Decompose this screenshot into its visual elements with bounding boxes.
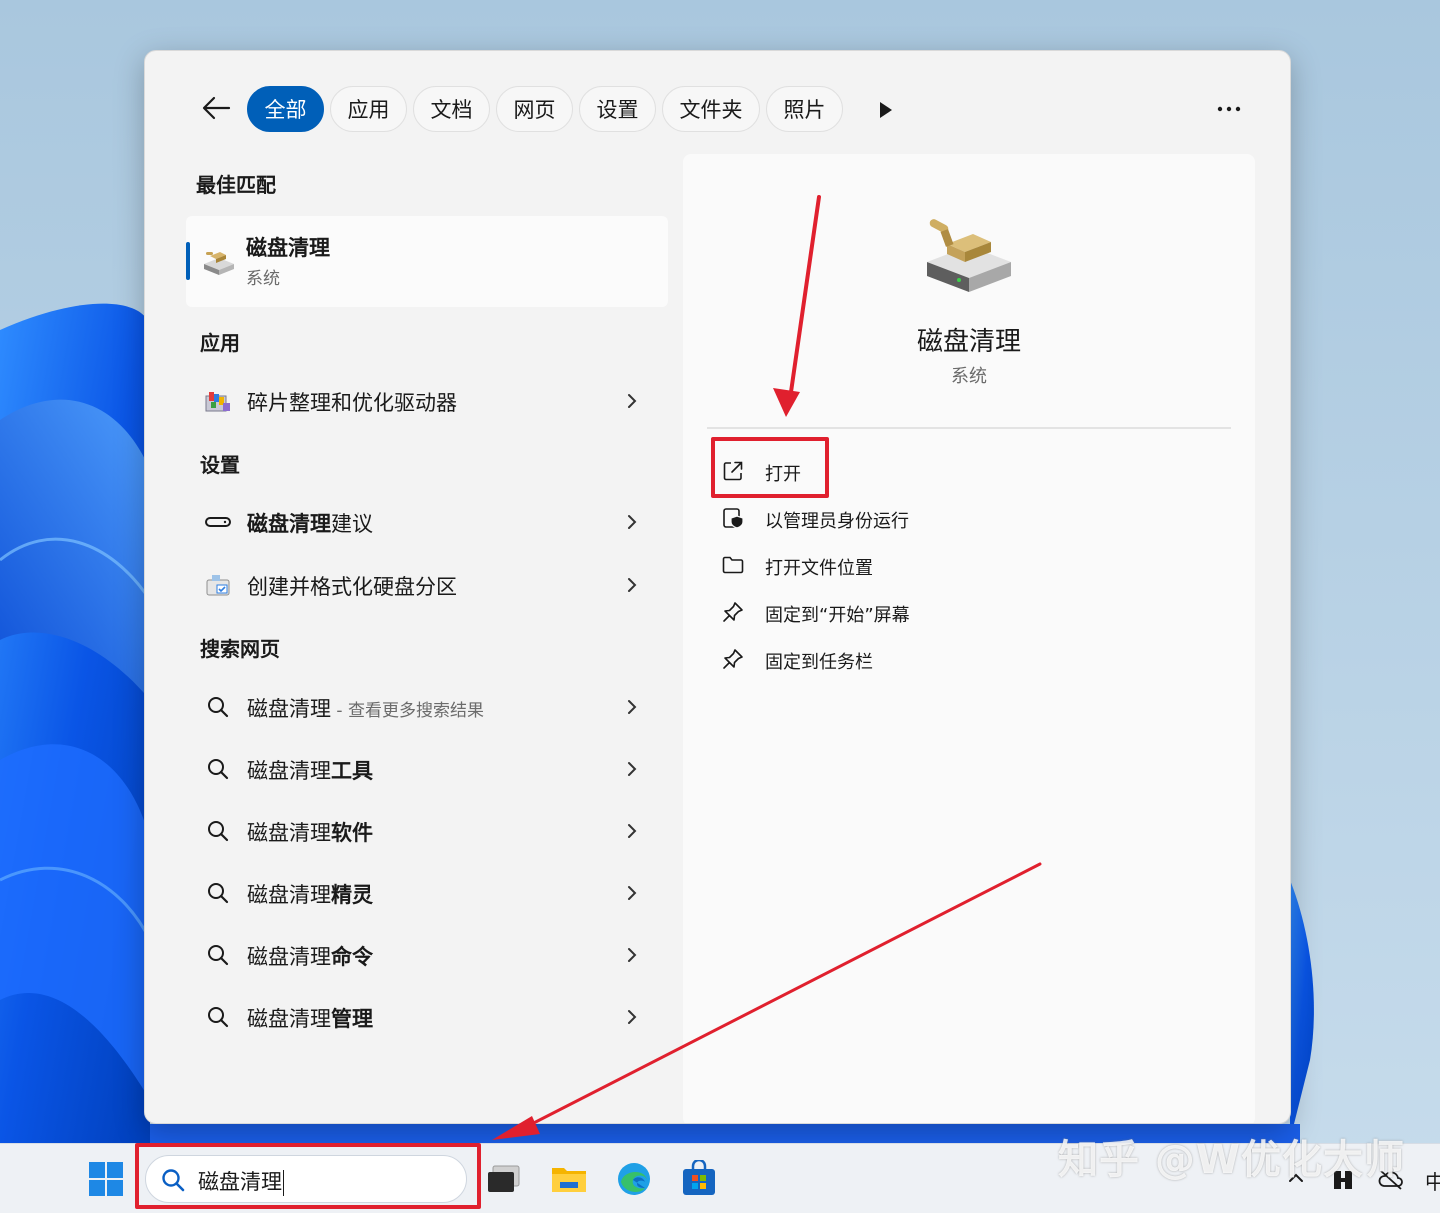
section-apps: 应用	[200, 331, 240, 355]
chevron-right-icon[interactable]	[625, 1008, 639, 1026]
search-icon	[208, 945, 229, 966]
web-result-label: 磁盘清理命令	[247, 945, 373, 969]
action-label: 打开	[765, 464, 801, 485]
app-tray-icon[interactable]	[1331, 1168, 1355, 1192]
search-icon	[208, 759, 229, 780]
chevron-right-icon[interactable]	[625, 946, 639, 964]
disk-cleanup-icon	[204, 252, 234, 275]
chevron-right-icon[interactable]	[625, 392, 639, 410]
app-item-defrag[interactable]: 碎片整理和优化驱动器	[195, 378, 655, 424]
action-label: 固定到“开始”屏幕	[765, 605, 910, 626]
settings-item-cleanup-recommendations[interactable]: 磁盘清理建议	[195, 499, 655, 545]
web-result-label: 磁盘清理工具	[247, 759, 373, 783]
pin-icon	[723, 649, 743, 669]
ime-indicator[interactable]: 中	[1425, 1166, 1440, 1195]
taskbar: 磁盘清理 中	[0, 1143, 1440, 1213]
tab-documents[interactable]: 文档	[413, 86, 490, 132]
action-pin-to-start[interactable]: 固定到“开始”屏幕	[721, 592, 1061, 632]
settings-item-label: 创建并格式化硬盘分区	[247, 575, 457, 599]
chevron-right-icon[interactable]	[625, 698, 639, 716]
tab-settings[interactable]: 设置	[579, 86, 656, 132]
action-label: 固定到任务栏	[765, 652, 873, 673]
action-run-as-admin[interactable]: 以管理员身份运行	[721, 498, 1061, 538]
search-icon	[208, 821, 229, 842]
file-explorer-icon[interactable]	[550, 1160, 588, 1198]
settings-item-label: 磁盘清理建议	[247, 512, 373, 536]
web-result-item[interactable]: 磁盘清理软件	[195, 808, 655, 854]
more-tabs-play-icon[interactable]	[871, 96, 899, 124]
chevron-right-icon[interactable]	[625, 822, 639, 840]
windows-start-icon[interactable]	[87, 1160, 125, 1198]
chevron-right-icon[interactable]	[625, 576, 639, 594]
tab-apps[interactable]: 应用	[330, 86, 407, 132]
back-arrow-icon[interactable]	[199, 91, 233, 125]
best-match-result[interactable]: 磁盘清理 系统	[186, 216, 668, 307]
web-result-label: 磁盘清理 - 查看更多搜索结果	[247, 697, 484, 721]
best-match-subtitle: 系统	[246, 269, 280, 289]
tab-photos[interactable]: 照片	[766, 86, 843, 132]
storage-bar-icon	[205, 517, 231, 527]
best-match-title: 磁盘清理	[246, 236, 330, 260]
preview-subtitle: 系统	[951, 366, 987, 387]
open-external-icon	[723, 461, 743, 481]
search-icon	[208, 883, 229, 904]
chevron-right-icon[interactable]	[625, 513, 639, 531]
defrag-icon	[205, 392, 230, 412]
taskbar-search-box[interactable]: 磁盘清理	[145, 1155, 467, 1203]
search-icon	[162, 1169, 185, 1192]
web-result-item[interactable]: 磁盘清理工具	[195, 746, 655, 792]
app-item-label: 碎片整理和优化驱动器	[247, 391, 457, 415]
folder-icon	[722, 556, 744, 574]
chevron-right-icon[interactable]	[625, 760, 639, 778]
web-result-label: 磁盘清理精灵	[247, 883, 373, 907]
chevron-up-icon[interactable]	[1286, 1168, 1306, 1188]
divider	[707, 427, 1231, 429]
search-icon	[208, 697, 229, 718]
web-result-item[interactable]: 磁盘清理管理	[195, 994, 655, 1040]
web-result-item[interactable]: 磁盘清理精灵	[195, 870, 655, 916]
section-best-match: 最佳匹配	[196, 173, 276, 197]
action-open-file-location[interactable]: 打开文件位置	[721, 545, 1061, 585]
action-label: 以管理员身份运行	[765, 511, 909, 532]
admin-shield-icon	[723, 508, 744, 529]
more-options-icon[interactable]	[1211, 95, 1247, 123]
selection-indicator	[186, 242, 190, 280]
preview-pane: 磁盘清理 系统 打开 以管理员身份运行 打开文件位置 固定到“开始”屏幕 固定到…	[683, 154, 1255, 1123]
tab-web[interactable]: 网页	[496, 86, 573, 132]
web-result-item[interactable]: 磁盘清理命令	[195, 932, 655, 978]
section-settings: 设置	[200, 453, 240, 477]
preview-title: 磁盘清理	[916, 327, 1021, 357]
task-view-icon[interactable]	[485, 1160, 523, 1198]
settings-item-partition[interactable]: 创建并格式化硬盘分区	[195, 562, 655, 608]
microsoft-store-icon[interactable]	[680, 1160, 718, 1198]
text-caret	[283, 1170, 284, 1196]
search-panel: 全部 应用 文档 网页 设置 文件夹 照片 最佳匹配 磁盘清理 系统 应用 碎片…	[144, 50, 1291, 1124]
pin-icon	[723, 602, 743, 622]
edge-browser-icon[interactable]	[615, 1160, 653, 1198]
web-result-label: 磁盘清理管理	[247, 1007, 373, 1031]
action-label: 打开文件位置	[765, 558, 873, 579]
search-input[interactable]: 磁盘清理	[198, 1166, 284, 1196]
web-result-item[interactable]: 磁盘清理 - 查看更多搜索结果	[195, 684, 655, 730]
disk-cleanup-icon	[927, 219, 1011, 292]
disk-management-icon	[206, 575, 230, 596]
chevron-right-icon[interactable]	[625, 884, 639, 902]
onedrive-offline-icon[interactable]	[1378, 1168, 1404, 1190]
search-icon	[208, 1007, 229, 1028]
web-result-label: 磁盘清理软件	[247, 821, 373, 845]
tab-folders[interactable]: 文件夹	[662, 86, 760, 132]
action-open[interactable]: 打开	[721, 451, 1061, 491]
tab-all[interactable]: 全部	[247, 86, 324, 132]
action-pin-to-taskbar[interactable]: 固定到任务栏	[721, 639, 1061, 679]
section-web: 搜索网页	[200, 637, 280, 661]
